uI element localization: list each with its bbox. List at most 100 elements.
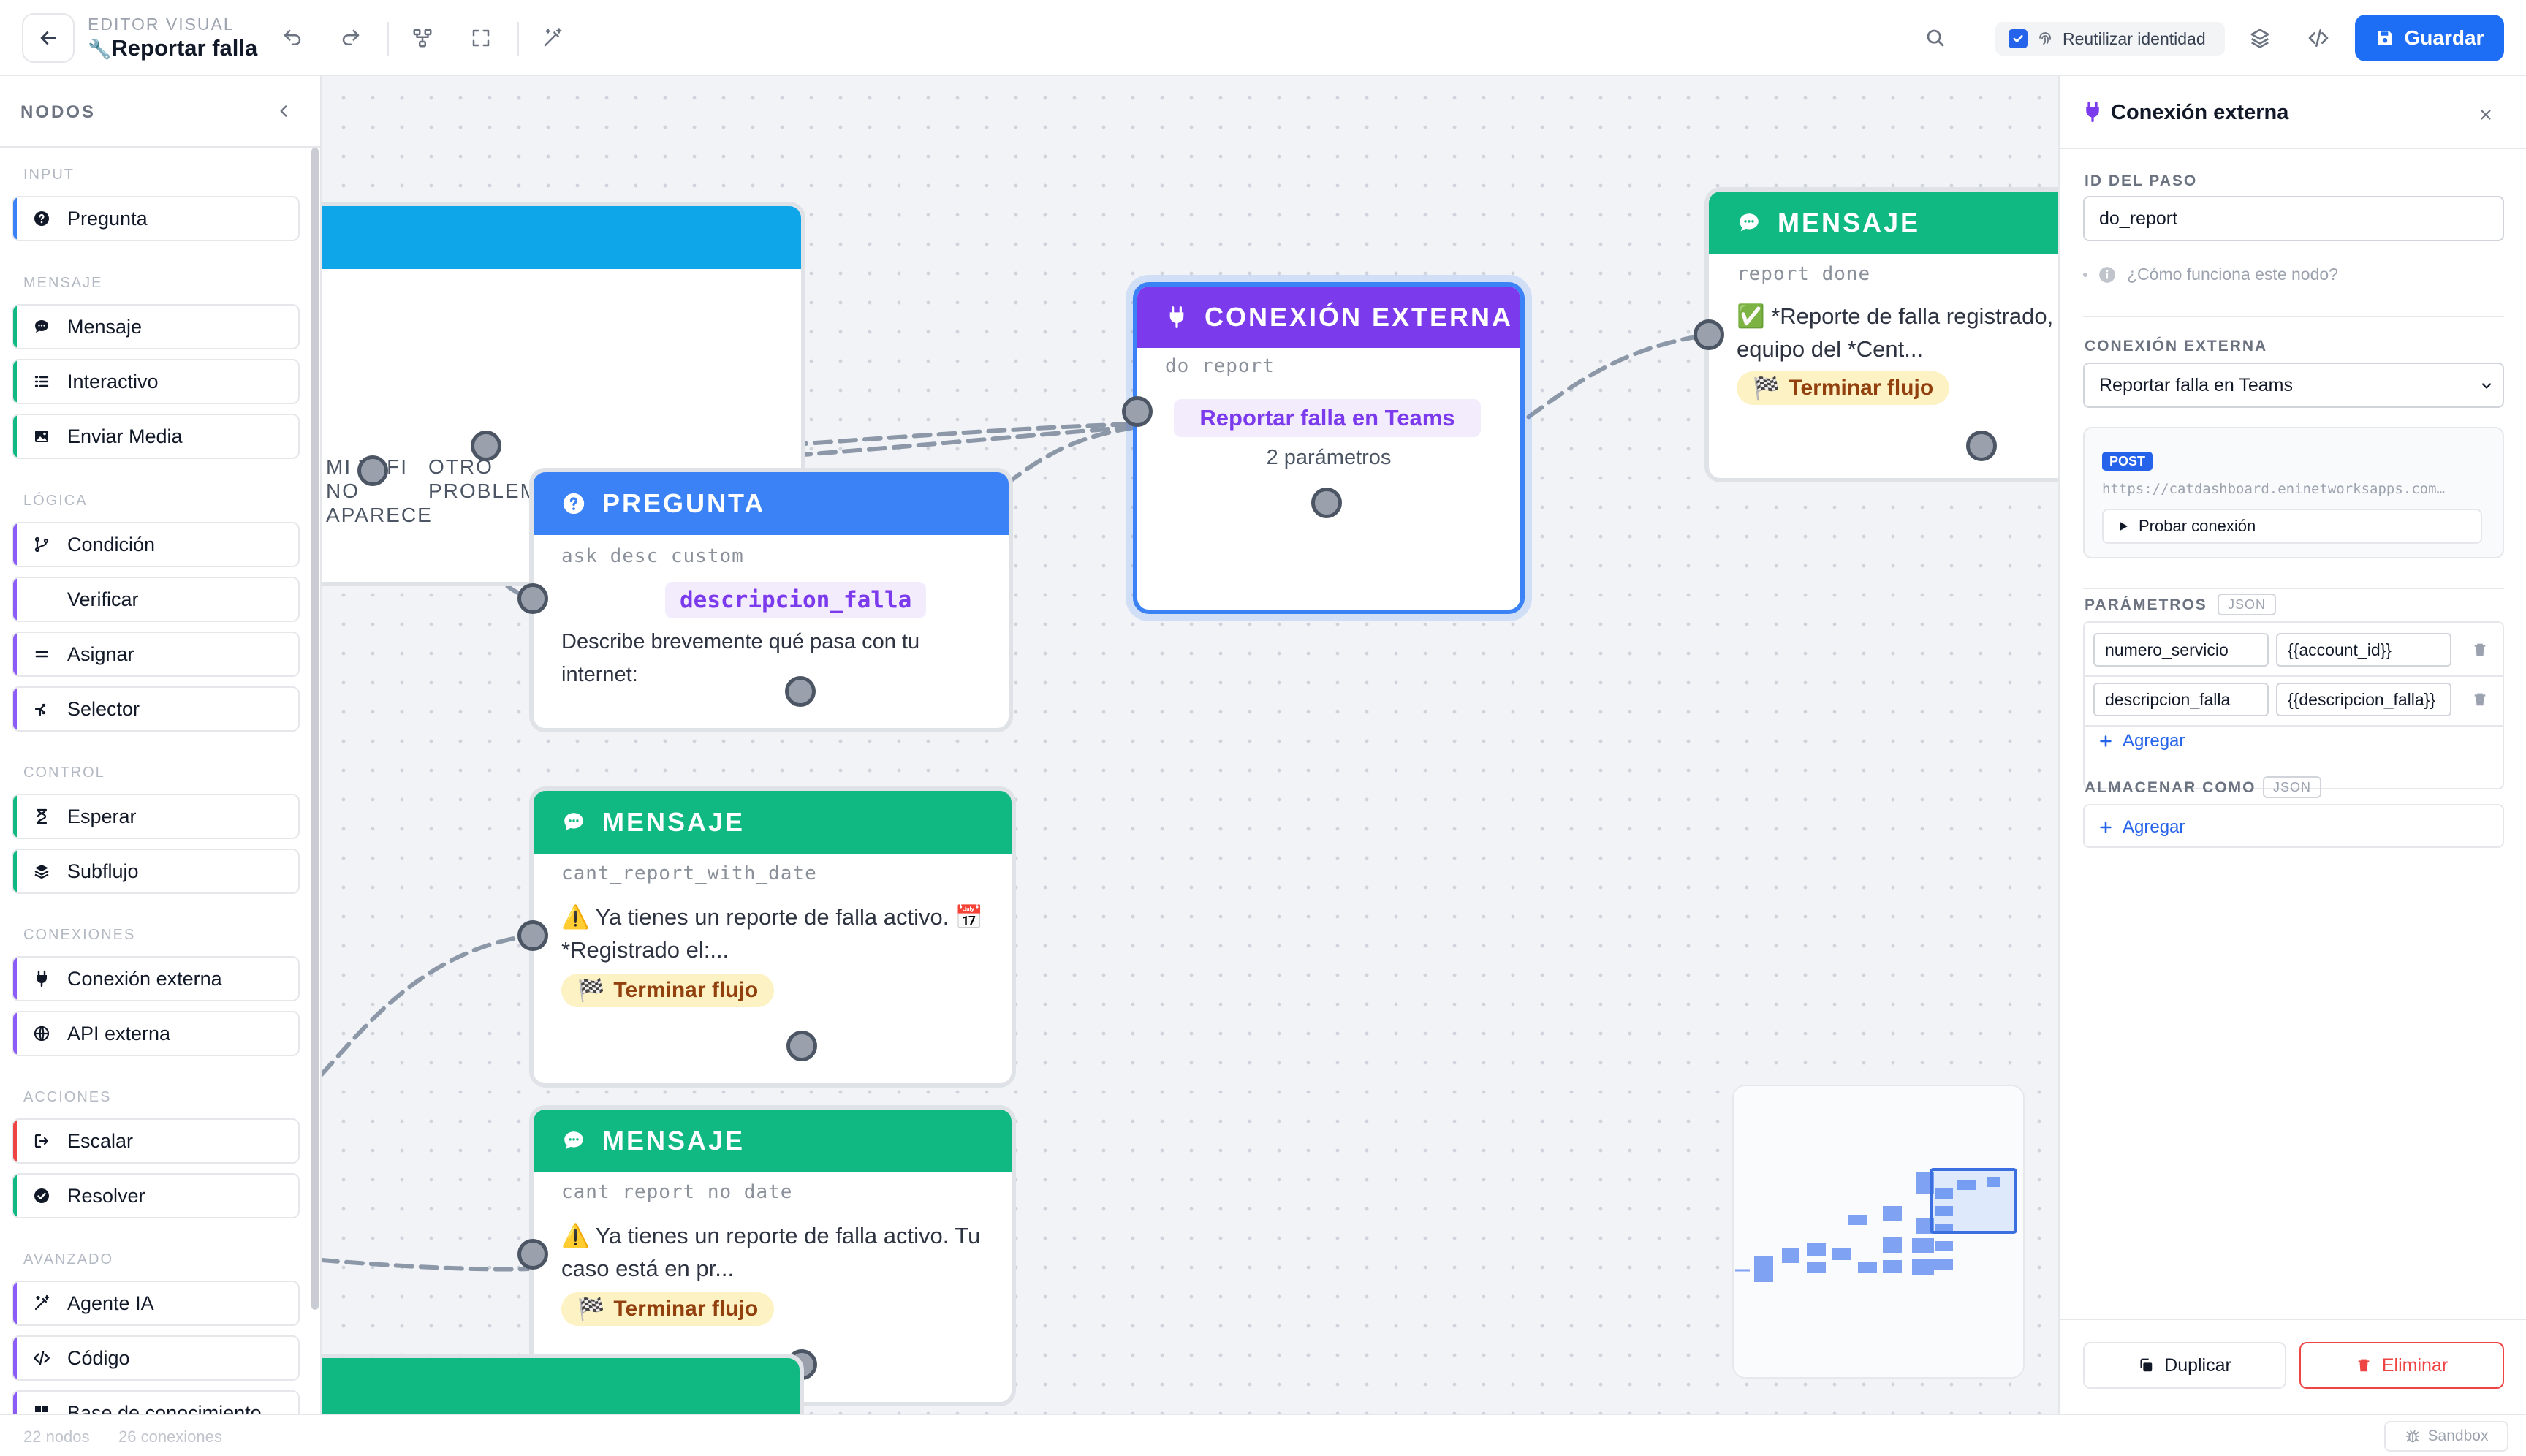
input-handle[interactable] (517, 583, 548, 614)
sidebar-item-api-externa[interactable]: API externa (12, 1011, 300, 1056)
sidebar-item-subflujo[interactable]: Subflujo (12, 849, 300, 894)
reuse-identity-toggle[interactable]: Reutilizar identidad (1995, 22, 2225, 56)
flow-node-partial-bottom[interactable] (322, 1354, 804, 1414)
output-handle[interactable] (471, 431, 501, 461)
sidebar-item-escalar[interactable]: Escalar (12, 1118, 300, 1164)
code-view-button[interactable] (2298, 18, 2339, 58)
edge-to-msg-nodate[interactable] (322, 1258, 533, 1272)
output-handle[interactable] (357, 455, 388, 486)
sidebar-item-enviar-media[interactable]: Enviar Media (12, 414, 300, 459)
sidebar-item-agente-ia[interactable]: Agente IA (12, 1281, 300, 1326)
nodes-count: 22 nodos (23, 1427, 90, 1446)
top-toolbar: EDITOR VISUAL 🔧Reportar falla Reutilizar… (0, 0, 2526, 76)
sidebar-item-condicion[interactable]: Condición (12, 522, 300, 567)
sidebar-item-label: Pregunta (67, 207, 148, 230)
step-id-input[interactable]: do_report (2083, 196, 2504, 241)
flow-node-message-with-date[interactable]: MENSAJE cant_report_with_date ⚠️ Ya tien… (529, 786, 1016, 1088)
redo-button[interactable] (330, 18, 371, 58)
param-key-input[interactable]: descripcion_falla (2093, 683, 2269, 716)
sidebar-item-label: Agente IA (67, 1292, 154, 1314)
sidebar-item-verificar[interactable]: Verificar (12, 577, 300, 622)
trash-icon[interactable] (2472, 642, 2488, 658)
output-handle[interactable] (1966, 431, 1997, 461)
sidebar-item-base-conocimiento[interactable]: Base de conocimiento (12, 1390, 300, 1414)
flow-title[interactable]: 🔧Reportar falla (88, 35, 257, 61)
connections-count: 26 conexiones (118, 1427, 222, 1446)
output-handle[interactable] (1311, 488, 1342, 518)
connection-select[interactable]: Reportar falla en Teams (2083, 363, 2504, 408)
node-step-id: report_done (1737, 263, 1871, 285)
undo-button[interactable] (272, 18, 313, 58)
code-icon (32, 1349, 51, 1368)
fit-view-icon (472, 29, 490, 47)
close-panel-button[interactable] (2473, 102, 2498, 127)
undo-icon (284, 29, 301, 45)
sidebar-item-esperar[interactable]: Esperar (12, 794, 300, 839)
play-icon (2120, 522, 2128, 531)
sidebar-item-codigo[interactable]: Código (12, 1335, 300, 1381)
category-input: INPUT (23, 167, 75, 183)
sidebar-item-interactivo[interactable]: Interactivo (12, 359, 300, 404)
sidebar-scrollbar[interactable] (311, 148, 319, 1310)
flow-node-question[interactable]: PREGUNTA ask_desc_custom descripcion_fal… (529, 468, 1013, 732)
delete-button[interactable]: Eliminar (2299, 1342, 2504, 1389)
input-handle[interactable] (517, 1239, 548, 1270)
sidebar-item-asignar[interactable]: Asignar (12, 632, 300, 677)
layers-icon (2250, 29, 2269, 48)
test-connection-button[interactable]: Probar conexión (2102, 509, 2482, 544)
add-store-button[interactable]: Agregar (2098, 817, 2185, 838)
flow-node-message-report-done[interactable]: MENSAJE report_done ✅ *Reporte de falla … (1704, 187, 2058, 482)
connection-badge: Reportar falla en Teams (1174, 399, 1481, 437)
param-key-input[interactable]: numero_servicio (2093, 633, 2269, 667)
magic-wand-icon (544, 28, 562, 47)
node-step-id: cant_report_with_date (561, 862, 817, 884)
node-step-id: ask_desc_custom (561, 545, 744, 567)
minimap[interactable] (1732, 1085, 2025, 1379)
params-label: PARÁMETROS (2085, 596, 2207, 613)
add-param-button[interactable]: Agregar (2098, 731, 2185, 751)
editor-label: EDITOR VISUAL (88, 15, 235, 34)
edge-to-msg-date[interactable] (322, 933, 533, 1077)
layers-button[interactable] (2239, 18, 2280, 58)
sandbox-badge[interactable]: Sandbox (2384, 1421, 2508, 1452)
sidebar-item-conexion-externa[interactable]: Conexión externa (12, 956, 300, 1001)
search-button[interactable] (1915, 18, 1956, 58)
minimap-viewport[interactable] (1930, 1168, 2017, 1234)
sidebar-item-selector[interactable]: Selector (12, 686, 300, 732)
flow-canvas[interactable]: MI WIFI NO APARECE OTRO PROBLEMA CONEXIÓ… (322, 76, 2058, 1414)
reuse-identity-checkbox[interactable] (2009, 29, 2028, 48)
duplicate-button[interactable]: Duplicar (2083, 1342, 2286, 1389)
back-button[interactable] (22, 13, 75, 63)
sidebar-header: NODOS (0, 76, 320, 148)
param-value-input[interactable]: {{account_id}} (2276, 633, 2451, 667)
sidebar-item-label: Interactivo (67, 370, 159, 393)
trash-icon[interactable] (2472, 691, 2488, 708)
params-json-toggle[interactable]: JSON (2218, 594, 2277, 615)
input-handle[interactable] (517, 920, 548, 951)
save-button[interactable]: Guardar (2355, 15, 2504, 61)
auto-layout-button[interactable] (402, 18, 443, 58)
plug-icon (1169, 306, 1184, 328)
node-type-label: CONEXIÓN EXTERNA (1205, 302, 1514, 332)
node-type-label: PREGUNTA (602, 488, 766, 518)
store-json-toggle[interactable]: JSON (2263, 776, 2322, 798)
git-branch-icon (32, 535, 51, 554)
ai-assist-button[interactable] (532, 18, 573, 58)
collapse-sidebar-button[interactable] (269, 96, 298, 126)
plus-icon (2100, 822, 2112, 833)
sidebar-item-pregunta[interactable]: Pregunta (12, 196, 300, 241)
help-link[interactable]: ¿Cómo funciona este nodo? (2083, 265, 2338, 284)
wrench-icon: 🔧 (88, 38, 112, 60)
output-handle[interactable] (786, 1031, 817, 1061)
fit-view-button[interactable] (460, 18, 501, 58)
flow-node-external-connection[interactable]: CONEXIÓN EXTERNA do_report Reportar fall… (1133, 282, 1525, 614)
output-handle[interactable] (785, 676, 816, 707)
sidebar-item-resolver[interactable]: Resolver (12, 1173, 300, 1218)
magic-wand-icon (32, 1294, 51, 1313)
sidebar-item-label: Esperar (67, 805, 137, 827)
param-value-input[interactable]: {{descripcion_falla}} (2276, 683, 2451, 716)
input-handle[interactable] (1694, 319, 1724, 350)
input-handle[interactable] (1122, 396, 1153, 427)
sidebar-item-mensaje[interactable]: Mensaje (12, 304, 300, 349)
message-preview: ⚠️ Ya tienes un reporte de falla activo.… (561, 904, 984, 963)
